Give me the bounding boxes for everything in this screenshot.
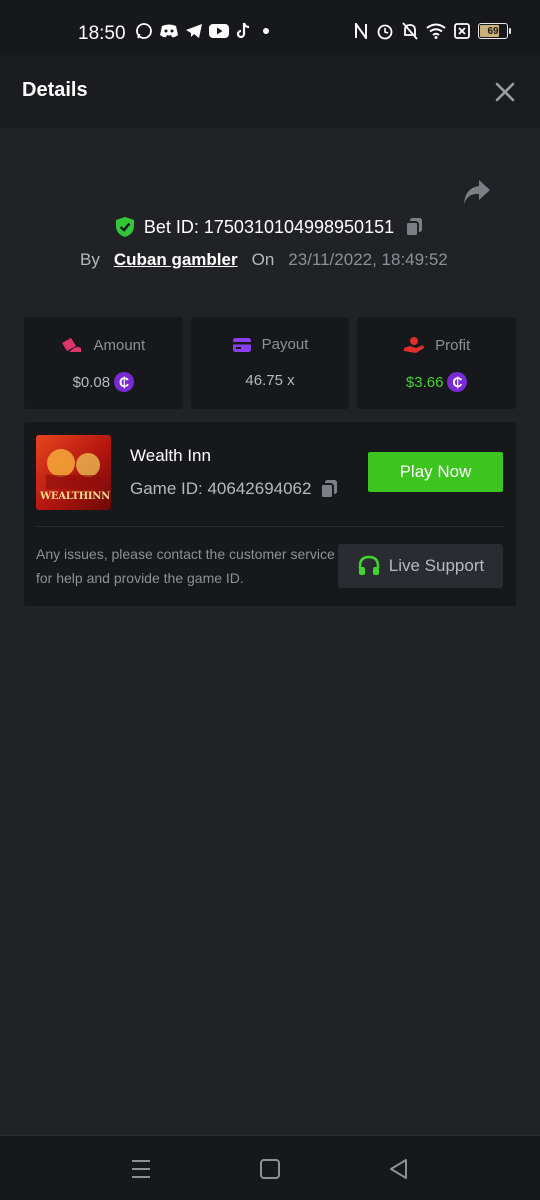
by-label: By bbox=[80, 250, 100, 269]
wifi-icon bbox=[426, 23, 446, 39]
battery-level: 69 bbox=[487, 25, 499, 37]
game-name: Wealth Inn bbox=[130, 446, 211, 465]
game-thumbnail[interactable]: WEALTHINN bbox=[36, 435, 111, 510]
bet-stats: Amount $0.08 ₵ Payout 46.75 x Profit $3.… bbox=[24, 317, 517, 409]
page-title: Details bbox=[22, 79, 88, 101]
profit-icon bbox=[404, 337, 425, 353]
stat-amount: Amount $0.08 ₵ bbox=[24, 317, 183, 409]
stat-amount-value: $0.08 bbox=[72, 373, 111, 391]
close-icon[interactable] bbox=[494, 81, 516, 103]
payout-icon bbox=[232, 337, 251, 352]
stat-profit-value: $3.66 bbox=[405, 373, 444, 391]
game-id: Game ID: 40642694062 bbox=[130, 479, 312, 498]
bet-meta-row: By Cuban gambler On 23/11/2022, 18:49:52 bbox=[80, 250, 448, 270]
notification-icons bbox=[135, 22, 275, 40]
live-support-button[interactable]: Live Support bbox=[338, 544, 503, 588]
bet-id-row: Bet ID: 1750310104998950151 bbox=[0, 216, 540, 238]
game-card: WEALTHINN Wealth Inn Game ID: 4064269406… bbox=[24, 422, 516, 606]
play-now-button[interactable]: Play Now bbox=[368, 452, 503, 492]
status-time: 18:50 bbox=[78, 23, 126, 44]
coin-icon: ₵ bbox=[114, 372, 135, 392]
divider bbox=[36, 526, 504, 527]
nfc-icon bbox=[355, 23, 367, 39]
username-link[interactable]: Cuban gambler bbox=[114, 250, 238, 270]
copy-icon[interactable] bbox=[403, 216, 425, 238]
headset-icon bbox=[358, 555, 380, 575]
menu-icon[interactable] bbox=[128, 1156, 154, 1182]
alarm-icon bbox=[377, 24, 393, 40]
youtube-icon bbox=[209, 24, 229, 38]
share-icon[interactable] bbox=[462, 178, 492, 206]
mute-bell-icon bbox=[402, 22, 418, 40]
back-icon[interactable] bbox=[386, 1156, 412, 1182]
game-id-row: Game ID: 40642694062 bbox=[130, 478, 339, 500]
details-header: Details bbox=[0, 55, 540, 128]
shield-check-icon bbox=[115, 217, 134, 237]
tiktok-icon bbox=[236, 22, 250, 39]
dot-icon bbox=[263, 28, 269, 34]
stat-payout: Payout 46.75 x bbox=[190, 317, 350, 409]
no-sim-icon bbox=[454, 23, 470, 39]
on-label: On bbox=[251, 250, 275, 269]
bet-id: Bet ID: 1750310104998950151 bbox=[143, 216, 395, 237]
copy-icon[interactable] bbox=[319, 478, 339, 500]
stat-amount-label: Amount bbox=[93, 336, 146, 354]
coin-icon: ₵ bbox=[447, 372, 468, 392]
discord-icon bbox=[160, 24, 178, 38]
telegram-icon bbox=[186, 24, 202, 38]
system-icons: 69 bbox=[354, 22, 511, 40]
home-icon[interactable] bbox=[257, 1156, 283, 1182]
live-support-label: Live Support bbox=[388, 556, 485, 575]
whatsapp-icon bbox=[136, 23, 152, 39]
stat-profit: Profit $3.66 ₵ bbox=[357, 317, 517, 409]
bet-datetime: 23/11/2022, 18:49:52 bbox=[288, 250, 448, 269]
battery-icon: 69 bbox=[478, 23, 511, 39]
system-nav-bar bbox=[0, 1135, 540, 1200]
game-thumb-label: WEALTHINN bbox=[40, 491, 110, 502]
amount-icon bbox=[62, 338, 82, 352]
stat-payout-label: Payout bbox=[261, 336, 309, 353]
stat-payout-value: 46.75 x bbox=[245, 372, 295, 389]
status-bar: 18:50 69 bbox=[0, 0, 540, 55]
support-hint-text: Any issues, please contact the customer … bbox=[36, 546, 335, 586]
stat-profit-label: Profit bbox=[435, 336, 471, 354]
